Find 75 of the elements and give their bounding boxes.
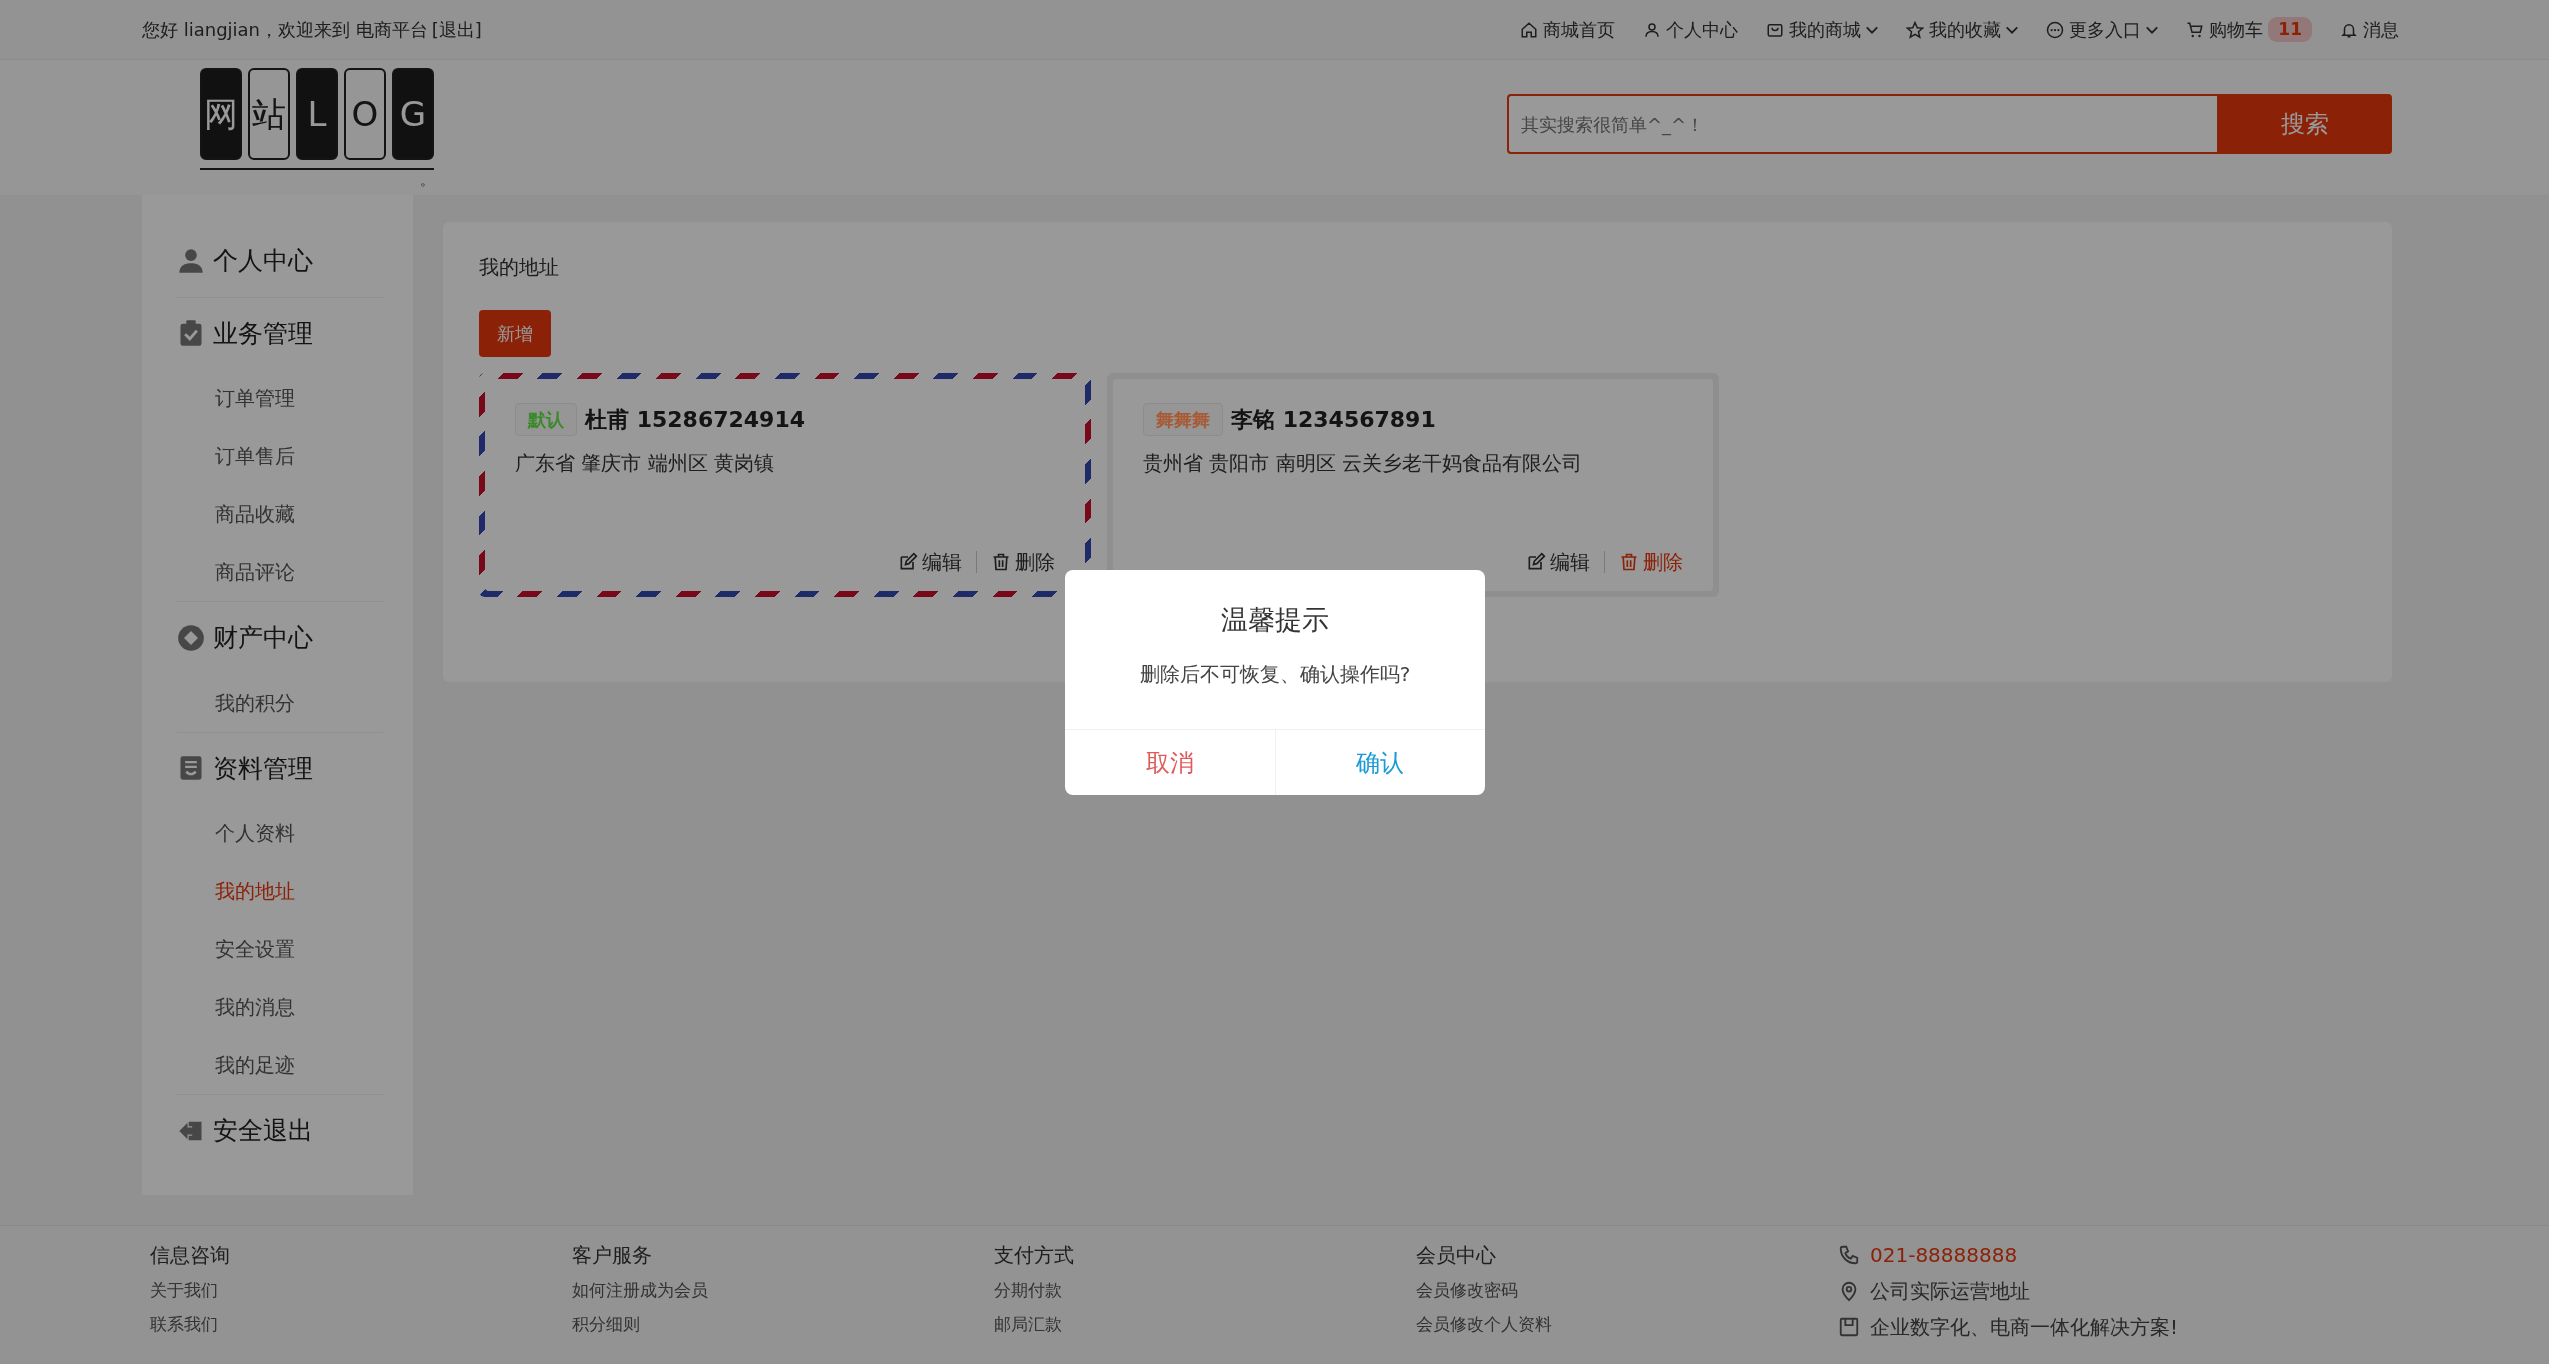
save-icon xyxy=(1838,1316,1860,1338)
sidebar-heading[interactable]: 个人中心 xyxy=(177,225,383,297)
phone-number: 021-88888888 xyxy=(1870,1242,2018,1269)
cancel-button[interactable]: 取消 xyxy=(1065,730,1275,795)
address-tag: 舞舞舞 xyxy=(1143,403,1223,436)
footer-heading: 会员中心 xyxy=(1416,1242,1497,1269)
footer-link[interactable]: 积分细则 xyxy=(572,1311,994,1337)
footer-link[interactable]: 邮局汇款 xyxy=(994,1311,1416,1337)
edit-icon xyxy=(1526,552,1546,572)
nav-link[interactable]: 购物车 11 xyxy=(2186,16,2312,43)
sidebar-item[interactable]: 我的消息 xyxy=(177,978,383,1036)
nav-link[interactable]: 我的收藏 xyxy=(1906,16,2019,43)
edit-link[interactable]: 编辑 xyxy=(1526,547,1590,577)
footer-link[interactable]: 如何注册成为会员 xyxy=(572,1278,994,1304)
trash-icon xyxy=(991,552,1011,572)
confirm-button[interactable]: 确认 xyxy=(1274,730,1485,795)
count-badge: 11 xyxy=(2268,16,2312,43)
sidebar-item[interactable]: 安全设置 xyxy=(177,920,383,978)
footer-link[interactable]: 会员修改密码 xyxy=(1416,1278,1838,1304)
sidebar-item[interactable]: 商品收藏 xyxy=(177,485,383,543)
star-icon xyxy=(1906,20,1925,39)
delete-link[interactable]: 删除 xyxy=(991,547,1055,577)
footer-heading: 信息咨询 xyxy=(150,1242,231,1269)
caret-icon xyxy=(1866,25,1879,34)
edit-icon xyxy=(898,552,918,572)
address-text: 贵州省 贵阳市 南明区 云关乡老干妈食品有限公司 xyxy=(1143,450,1584,477)
caret-icon xyxy=(2006,25,2019,34)
nav-link[interactable]: 我的商城 xyxy=(1766,16,1879,43)
sidebar-item[interactable]: 订单管理 xyxy=(177,369,383,427)
greeting-text: 您好 liangjian，欢迎来到 电商平台 xyxy=(142,18,428,42)
sidebar-item[interactable]: 个人资料 xyxy=(177,804,383,862)
sidebar-item[interactable]: 我的地址 xyxy=(177,862,383,920)
logo: 网 站 L O G xyxy=(200,68,434,170)
user-icon xyxy=(1643,20,1662,39)
footer-heading: 支付方式 xyxy=(994,1242,1075,1269)
nav-link[interactable]: 商城首页 xyxy=(1520,16,1616,43)
contact-name-phone: 李铭 1234567891 xyxy=(1231,406,1436,434)
dialog-message: 删除后不可恢复、确认操作吗? xyxy=(1138,660,1412,688)
sidebar-item[interactable]: 我的积分 xyxy=(177,673,383,732)
nav-link[interactable]: 消息 xyxy=(2340,16,2399,43)
user-icon xyxy=(177,246,205,275)
caret-icon xyxy=(2146,25,2159,34)
delete-link[interactable]: 删除 xyxy=(1619,547,1683,577)
sidebar-item[interactable]: 订单售后 xyxy=(177,427,383,485)
footer-link[interactable]: 关于我们 xyxy=(150,1278,572,1304)
footer-link[interactable]: 分期付款 xyxy=(994,1278,1416,1304)
sidebar-heading[interactable]: 安全退出 xyxy=(177,1094,383,1167)
trash-icon xyxy=(1619,552,1639,572)
footer-link[interactable]: 联系我们 xyxy=(150,1311,572,1337)
sidebar-heading[interactable]: 资料管理 xyxy=(177,731,383,804)
edit-link[interactable]: 编辑 xyxy=(898,547,962,577)
sidebar-item[interactable]: 我的足迹 xyxy=(177,1036,383,1094)
phone-icon xyxy=(1838,1244,1860,1266)
address-tag: 默认 xyxy=(515,403,577,436)
sidebar-item[interactable]: 商品评论 xyxy=(177,543,383,601)
contact-name-phone: 杜甫 15286724914 xyxy=(585,406,806,434)
sidebar-heading[interactable]: 业务管理 xyxy=(177,296,383,369)
nav-link[interactable]: 个人中心 xyxy=(1643,16,1739,43)
address-text: 广东省 肇庆市 端州区 黄岗镇 xyxy=(515,450,776,477)
dialog-title: 温馨提示 xyxy=(1220,603,1330,637)
search-button[interactable]: 搜索 xyxy=(2217,94,2392,154)
cart-icon xyxy=(2186,20,2205,39)
sidebar-heading[interactable]: 财产中心 xyxy=(177,601,383,674)
footer-heading: 客户服务 xyxy=(572,1242,653,1269)
logo-mark: 。 xyxy=(420,171,434,190)
contact-text: 企业数字化、电商一体化解决方案! xyxy=(1870,1314,2179,1341)
search-field[interactable]: 其实搜索很简单^_^！ xyxy=(1507,94,2217,154)
page-title: 我的地址 xyxy=(479,254,560,281)
contact-text: 公司实际运营地址 xyxy=(1870,1278,2030,1305)
footer-link[interactable]: 会员修改个人资料 xyxy=(1416,1311,1838,1337)
nav-link[interactable]: 更多入口 xyxy=(2046,16,2159,43)
logout-link[interactable]: [退出] xyxy=(431,16,482,43)
more-icon xyxy=(2046,20,2065,39)
home-icon xyxy=(1520,20,1539,39)
add-button[interactable]: 新增 xyxy=(479,310,551,357)
